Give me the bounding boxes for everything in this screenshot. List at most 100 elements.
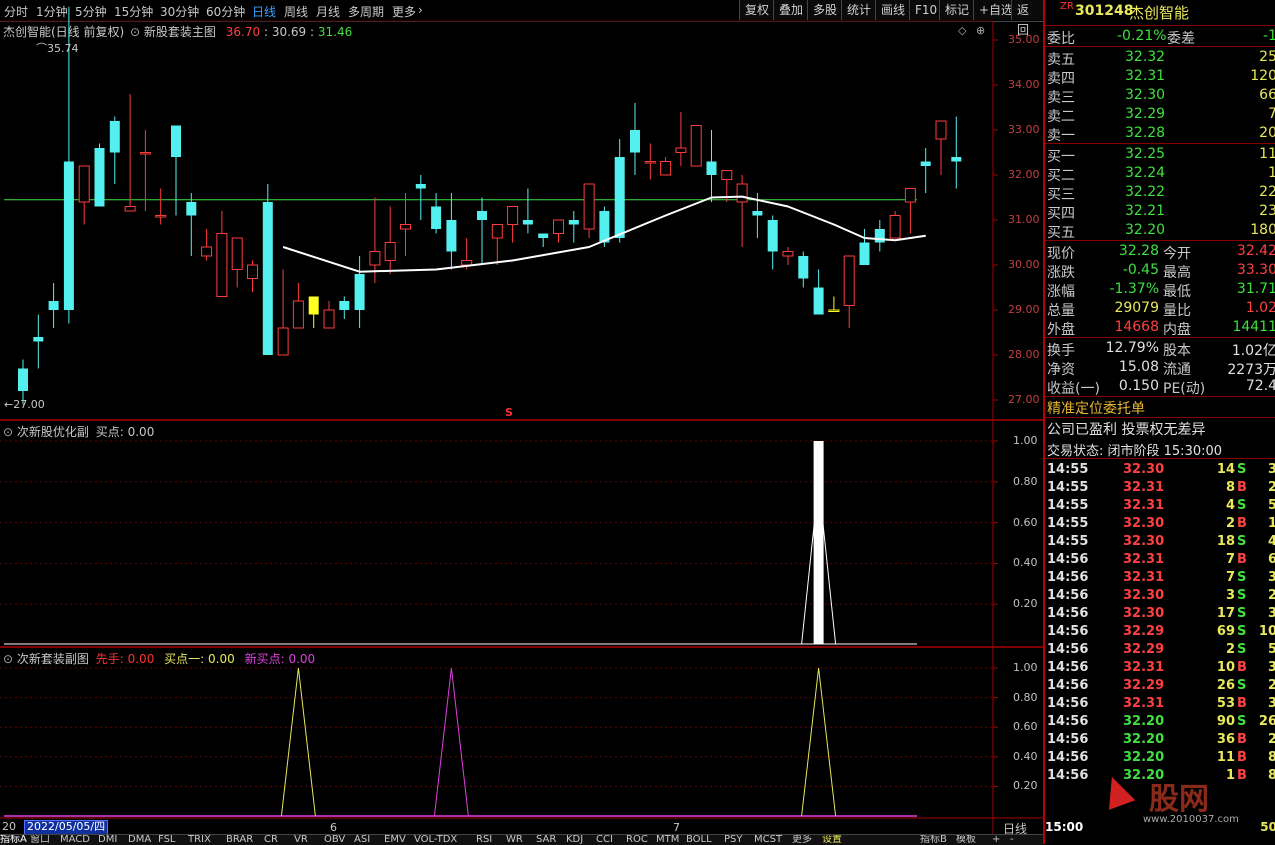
tick-price: 32.29 (1123, 642, 1165, 657)
sub1-tick-label: 0.60 (1013, 515, 1038, 529)
tick-vol: 17 (1216, 606, 1235, 621)
sell-row: 卖二 32.29 7 (1045, 105, 1275, 125)
candle (843, 255, 855, 328)
price-tick-label: 34.00 (1008, 78, 1040, 91)
candle (415, 175, 426, 220)
tick-row: 14:56 32.31 7 B 6 (1045, 551, 1275, 569)
tick-vol: 7 (1225, 552, 1235, 567)
sub2-name[interactable]: 次新套装副图 (17, 652, 89, 666)
tick-row: 14:55 32.31 4 S 5 (1045, 497, 1275, 515)
kline-chart[interactable] (0, 0, 1043, 834)
price-tick-label: 30.00 (1008, 258, 1040, 271)
buy-label: 买四 (1047, 206, 1075, 222)
stock-name: 杰创智能 (1129, 4, 1190, 22)
candle (186, 193, 197, 256)
quote-value: 31.71 (1236, 281, 1275, 297)
quote-row: 涨幅 -1.37% 最低 31.71 (1045, 280, 1275, 300)
candle (660, 157, 672, 176)
tick-dir: S (1237, 606, 1247, 621)
candle (568, 211, 579, 243)
tick-row: 14:56 32.31 10 B 3 (1045, 659, 1275, 677)
candle (798, 251, 809, 288)
candle (323, 301, 335, 329)
tick-dir: B (1237, 696, 1247, 711)
candle (354, 256, 365, 328)
tick-dir: S (1237, 642, 1247, 657)
tick-dir: B (1237, 732, 1247, 747)
tick-price: 32.20 (1123, 750, 1165, 765)
sub1-toggle-icon[interactable]: ⊙ (3, 425, 13, 439)
info-label: 净资 (1047, 362, 1075, 378)
tick-vol: 7 (1225, 570, 1235, 585)
sub2-spike-yellow (280, 667, 316, 817)
candle (491, 224, 503, 265)
indicator-tab-bar: 指标A 窗口 MACD DMI DMA FSL TRIX BRAR CR VR OBV ASI EMV V… (0, 834, 1043, 845)
tick-vol: 4 (1225, 498, 1235, 513)
tick-vol: 14 (1216, 462, 1235, 477)
info-row: 收益(一) 0.150 PE(动) 72.4 (1045, 377, 1275, 397)
tick-row: 14:56 32.20 11 B 8 (1045, 749, 1275, 767)
buy-price: 32.21 (1125, 203, 1166, 219)
tick-extra: 4 (1267, 534, 1275, 549)
sub2-series-1-value: 0.00 (127, 652, 155, 666)
tick-price: 32.30 (1123, 462, 1165, 477)
info-value: 0.150 (1118, 378, 1159, 394)
quote-value: 33.30 (1236, 262, 1275, 278)
info-label: 换手 (1047, 343, 1075, 359)
quote-row: 总量 29079 量比 1.02 (1045, 299, 1275, 319)
sub2-series-2-name: 买点一 (164, 652, 201, 666)
candle (507, 206, 519, 243)
tick-price: 32.31 (1123, 552, 1165, 567)
quote-label: 内盘 (1163, 322, 1191, 338)
entrust-link[interactable]: 精准定位委托单 (1047, 398, 1145, 418)
tick-time: 14:56 (1047, 588, 1089, 603)
candle (292, 283, 304, 329)
sell-row: 卖三 32.30 66 (1045, 86, 1275, 106)
tick-vol: 69 (1216, 624, 1235, 639)
sub1-value-label: 买点 (95, 425, 120, 439)
candle (216, 211, 228, 297)
candle (155, 188, 167, 225)
sub2-toggle-icon[interactable]: ⊙ (3, 652, 13, 666)
month-mark-6: 6 (330, 821, 337, 834)
tick-time: 14:56 (1047, 696, 1089, 711)
tick-time: 14:56 (1047, 606, 1089, 621)
tick-vol: 90 (1216, 714, 1235, 729)
info-row: 换手 12.79% 股本 1.02亿 (1045, 339, 1275, 359)
price-tick-label: 28.00 (1008, 348, 1040, 361)
quote-value: 14668 (1114, 319, 1159, 335)
tick-vol: 2 (1225, 642, 1235, 657)
tick-time: 14:56 (1047, 768, 1089, 783)
buy-label: 买二 (1047, 168, 1075, 184)
sub1-value: 0.00 (127, 425, 155, 439)
info-value: 12.79% (1105, 340, 1159, 356)
tick-dir: S (1237, 498, 1247, 513)
tick-price: 32.29 (1123, 624, 1165, 639)
candle (782, 247, 794, 265)
info-value: 15.08 (1118, 359, 1159, 375)
tick-time: 14:56 (1047, 552, 1089, 567)
sub2-series-3-value: 0.00 (288, 652, 316, 666)
s-marker: S (505, 406, 513, 419)
candle (859, 229, 870, 265)
quote-value: 14411 (1232, 319, 1275, 335)
sub1-tick-label: 1.00 (1013, 434, 1038, 447)
tick-vol: 18 (1216, 534, 1235, 549)
tick-time: 14:56 (1047, 624, 1089, 639)
high-marker: ⌒35.74 (36, 42, 79, 55)
sell-price: 32.28 (1125, 125, 1166, 141)
tick-time: 14:56 (1047, 714, 1089, 729)
tick-vol: 2 (1225, 516, 1235, 531)
candle (262, 184, 273, 355)
sub2-series-2-value: 0.00 (208, 652, 235, 666)
quote-label: 涨跌 (1047, 265, 1075, 281)
tick-time: 14:55 (1047, 462, 1089, 477)
low-marker: ←27.00 (4, 398, 45, 411)
sub1-name[interactable]: 次新股优化副 (17, 425, 89, 439)
quote-label: 现价 (1047, 246, 1075, 262)
watermark-url: www.2010037.com (1143, 814, 1239, 825)
tick-time: 14:56 (1047, 642, 1089, 657)
info-value: 1.02亿 (1231, 343, 1275, 359)
tick-extra: 6 (1267, 552, 1275, 567)
candle (874, 220, 885, 252)
